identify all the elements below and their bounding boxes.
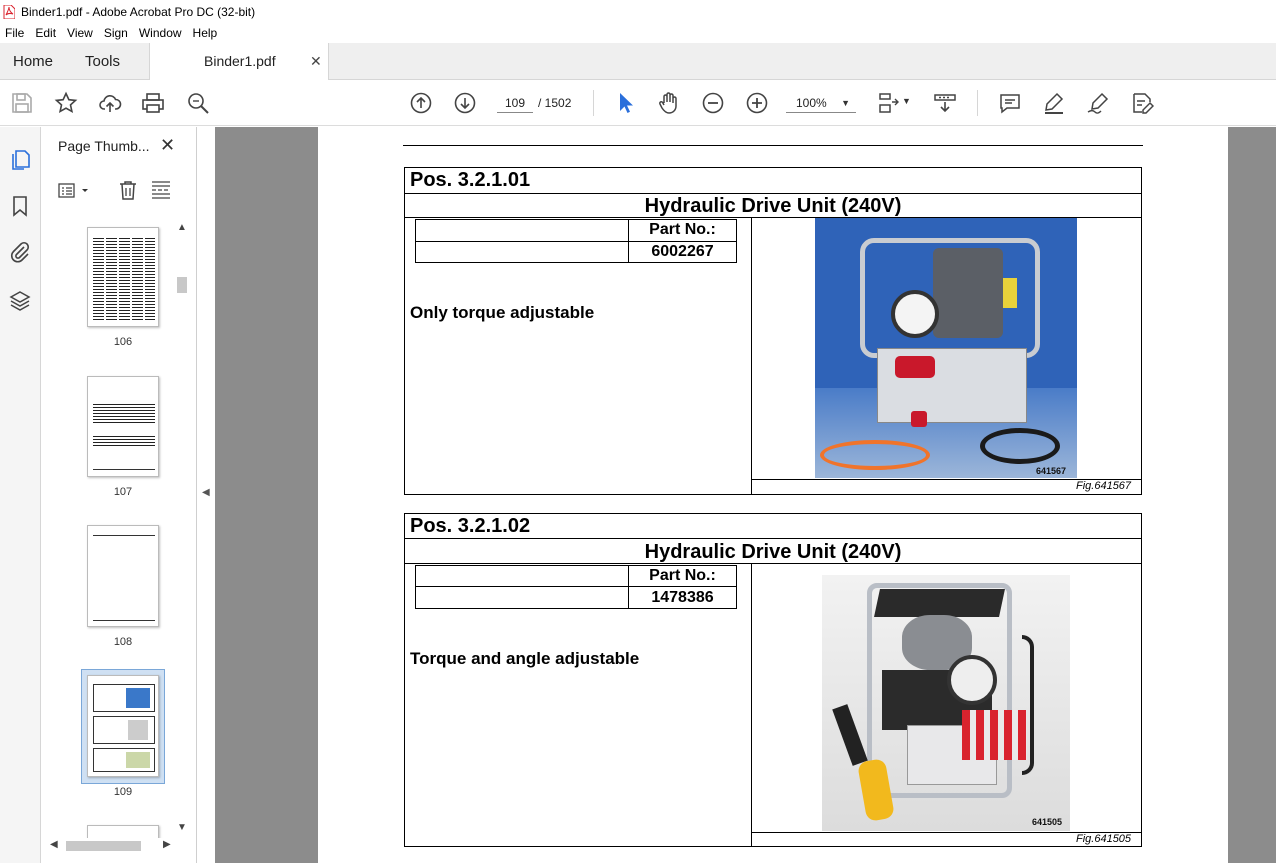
part-number-label: Part No.: <box>649 567 716 584</box>
page-down-icon[interactable] <box>453 91 477 115</box>
thumbnail-page-number: 109 <box>113 786 133 798</box>
scrollbar-thumb[interactable] <box>66 841 141 851</box>
bookmark-icon[interactable] <box>8 194 32 218</box>
close-tab-icon[interactable]: ✕ <box>310 43 322 80</box>
photo-code: 641567 <box>1036 466 1067 476</box>
page-thumbnail[interactable] <box>87 525 159 627</box>
tab-bar: Home Tools Binder1.pdf ✕ <box>0 43 1276 81</box>
zoom-level-value: 100% <box>796 96 827 110</box>
toolbar: 109 / 1502 100% ▼ ▼ <box>0 80 1276 126</box>
highlight-icon[interactable] <box>1042 91 1066 115</box>
figure-caption: Fig.641505 <box>1076 833 1132 845</box>
page-thumbnails-panel: Page Thumb... ✕ 106 107 108 109 ▲ ▼ ◀ ▶ <box>41 127 197 863</box>
scroll-up-icon[interactable]: ▲ <box>177 222 187 233</box>
panel-title: Page Thumb... <box>58 138 150 154</box>
close-panel-icon[interactable]: ✕ <box>160 135 175 156</box>
scroll-down-icon[interactable]: ▼ <box>177 822 187 833</box>
thumbnail-horizontal-scrollbar[interactable]: ◀ ▶ <box>48 838 175 854</box>
chevron-down-icon: ▼ <box>841 98 850 108</box>
star-icon[interactable] <box>54 91 78 115</box>
menu-help[interactable]: Help <box>188 26 224 40</box>
attachment-icon[interactable] <box>8 240 32 264</box>
menu-sign[interactable]: Sign <box>99 26 134 40</box>
cloud-upload-icon[interactable] <box>98 91 122 115</box>
window-title: Binder1.pdf - Adobe Acrobat Pro DC (32-b… <box>21 4 256 19</box>
comment-icon[interactable] <box>998 91 1022 115</box>
scrollbar-thumb[interactable] <box>177 277 187 293</box>
zoom-search-icon[interactable] <box>186 91 210 115</box>
document-viewport[interactable]: Pos. 3.2.1.01 Hydraulic Drive Unit (240V… <box>215 127 1276 863</box>
photo-code: 641505 <box>1032 817 1063 827</box>
page-thumbnails-icon[interactable] <box>8 148 32 172</box>
zoom-in-icon[interactable] <box>745 91 769 115</box>
item-note: Only torque adjustable <box>410 303 595 322</box>
thumbnail-options-icon[interactable] <box>58 181 90 201</box>
tab-document[interactable]: Binder1.pdf ✕ <box>149 43 329 81</box>
page-thumbnail-selected[interactable] <box>87 675 159 777</box>
layers-icon[interactable] <box>8 289 32 313</box>
panel-collapse-handle[interactable]: ◀ <box>197 127 215 863</box>
page-up-icon[interactable] <box>409 91 433 115</box>
part-number-value: 1478386 <box>651 589 714 606</box>
position-number: Pos. 3.2.1.02 <box>410 515 531 537</box>
position-number: Pos. 3.2.1.01 <box>410 169 531 191</box>
page-thumbnail[interactable] <box>87 376 159 477</box>
product-photo: 641567 <box>815 218 1077 478</box>
tab-tools[interactable]: Tools <box>85 43 120 80</box>
fill-sign-icon[interactable] <box>1130 91 1155 115</box>
item-title: Hydraulic Drive Unit (240V) <box>644 195 902 217</box>
tab-home[interactable]: Home <box>13 43 53 80</box>
scroll-left-icon[interactable]: ◀ <box>50 839 58 850</box>
page-thumbnail[interactable] <box>87 825 159 839</box>
thumbnail-vertical-scrollbar[interactable]: ▲ ▼ <box>174 222 190 837</box>
scroll-mode-icon[interactable] <box>933 91 957 115</box>
product-photo: 641505 <box>822 575 1070 831</box>
scroll-right-icon[interactable]: ▶ <box>163 839 171 850</box>
insert-page-icon[interactable] <box>150 179 172 201</box>
chevron-down-icon[interactable]: ▼ <box>902 96 911 106</box>
thumbnail-page-number: 106 <box>113 336 133 348</box>
pdf-page: Pos. 3.2.1.01 Hydraulic Drive Unit (240V… <box>318 127 1228 863</box>
zoom-level-select[interactable]: 100% ▼ <box>786 93 856 113</box>
figure-caption: Fig.641567 <box>1076 480 1132 492</box>
page-total: / 1502 <box>538 96 572 110</box>
part-number-label: Part No.: <box>649 221 716 238</box>
menu-edit[interactable]: Edit <box>30 26 62 40</box>
menu-window[interactable]: Window <box>134 26 188 40</box>
document-tab-label: Binder1.pdf <box>204 53 276 69</box>
sign-icon[interactable] <box>1086 91 1110 115</box>
item-note: Torque and angle adjustable <box>410 649 640 668</box>
save-icon[interactable] <box>10 91 34 115</box>
select-cursor-icon[interactable] <box>614 91 638 115</box>
acrobat-app-icon <box>3 4 16 19</box>
print-icon[interactable] <box>141 91 165 115</box>
page-number-input[interactable]: 109 <box>497 93 533 113</box>
navigation-rail <box>0 127 41 863</box>
page-fit-icon[interactable] <box>876 91 900 115</box>
thumbnail-page-number: 108 <box>113 636 133 648</box>
menu-file[interactable]: File <box>0 26 30 40</box>
toolbar-divider <box>593 90 594 116</box>
zoom-out-icon[interactable] <box>701 91 725 115</box>
hand-icon[interactable] <box>657 91 681 115</box>
toolbar-divider <box>977 90 978 116</box>
menu-bar: File Edit View Sign Window Help <box>0 23 1276 43</box>
delete-icon[interactable] <box>117 179 139 201</box>
thumbnail-page-number: 107 <box>113 486 133 498</box>
menu-view[interactable]: View <box>62 26 99 40</box>
page-thumbnail[interactable] <box>87 227 159 327</box>
collapse-left-icon[interactable]: ◀ <box>202 487 210 498</box>
part-number-value: 6002267 <box>651 243 714 260</box>
item-title: Hydraulic Drive Unit (240V) <box>644 541 902 563</box>
title-bar: Binder1.pdf - Adobe Acrobat Pro DC (32-b… <box>0 0 1276 23</box>
